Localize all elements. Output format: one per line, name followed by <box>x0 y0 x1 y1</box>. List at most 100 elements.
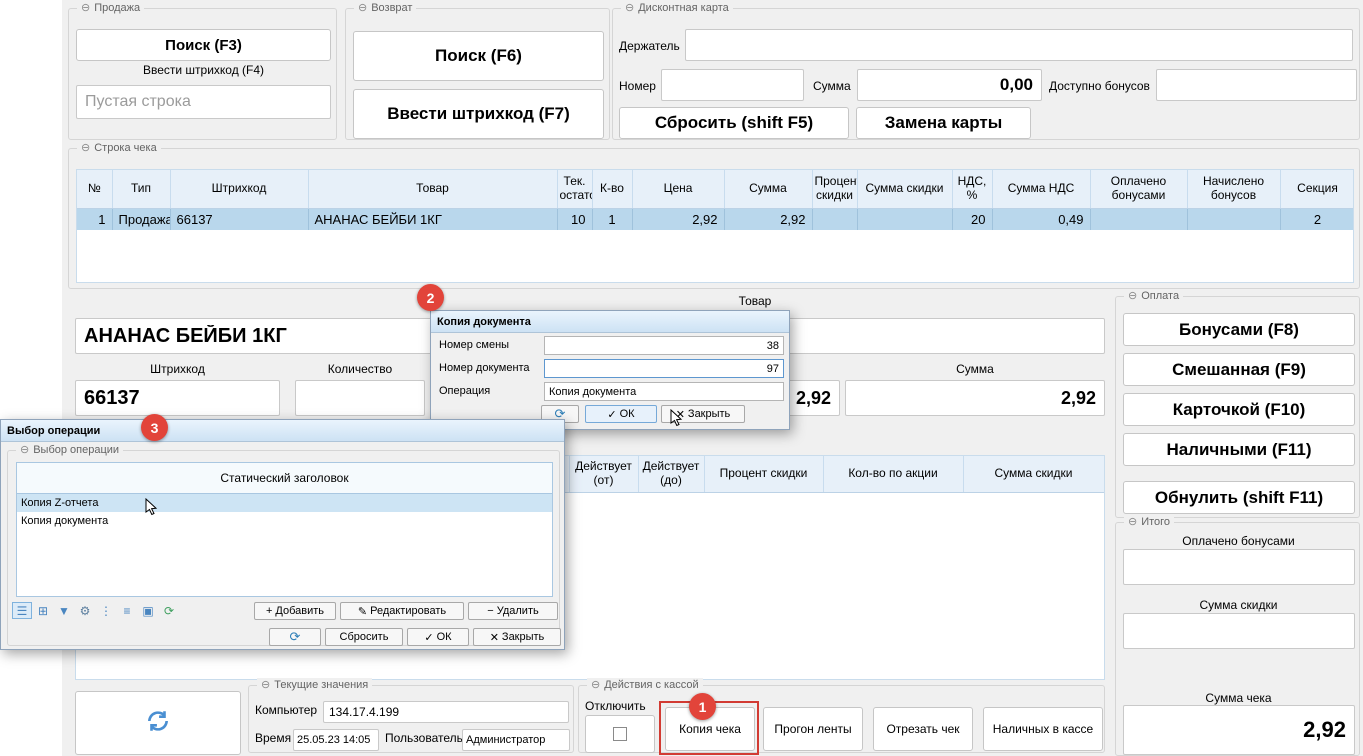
totals-legend: ⊖Итого <box>1124 515 1174 528</box>
sale-barcode-label: Ввести штрихкод (F4) <box>69 63 338 77</box>
col-stock: Тек. остаток <box>557 170 592 208</box>
col-section: Секция <box>1280 170 1354 208</box>
collapse-icon[interactable]: ⊖ <box>261 678 270 691</box>
edit-icon: ✎ <box>358 605 367 618</box>
delete-button[interactable]: −Удалить <box>468 602 558 620</box>
edit-button-label: Редактировать <box>370 605 446 617</box>
payment-title: Оплата <box>1141 290 1179 302</box>
cell-paid-bonus[interactable] <box>1090 208 1187 230</box>
totals-panel: ⊖Итого Оплачено бонусами Сумма скидки Су… <box>1115 522 1360 756</box>
product-section-label: Товар <box>700 294 810 308</box>
shift-number-field[interactable] <box>544 336 784 355</box>
computer-field[interactable] <box>323 701 569 723</box>
numbered-list-icon[interactable]: ⋮ <box>96 602 116 619</box>
receipt-table-wrap: № Тип Штрихкод Товар Тек. остаток К-во Ц… <box>76 169 1354 283</box>
gear-icon[interactable]: ⚙ <box>75 602 95 619</box>
operation-refresh-button[interactable]: ⟳ <box>269 628 321 646</box>
disable-fr-checkbox[interactable] <box>613 727 627 741</box>
promo-col-valid-from: Действует (от) <box>569 456 638 492</box>
operation-ok-button[interactable]: ✓ОК <box>407 628 469 646</box>
promo-col-valid-to: Действует (до) <box>638 456 704 492</box>
feed-tape-button[interactable]: Прогон ленты <box>763 707 863 751</box>
collapse-icon[interactable]: ⊖ <box>358 1 367 14</box>
card-reset-button[interactable]: Сбросить (shift F5) <box>619 107 849 139</box>
grid-view-icon[interactable]: ⊞ <box>33 602 53 619</box>
product-barcode-field[interactable] <box>75 380 280 416</box>
loop-refresh-icon[interactable]: ⟳ <box>159 602 179 619</box>
pay-reset-button[interactable]: Обнулить (shift F11) <box>1123 481 1355 514</box>
pay-cash-button[interactable]: Наличными (F11) <box>1123 433 1355 466</box>
cell-type[interactable]: Продажа <box>112 208 170 230</box>
filter-icon[interactable]: ▼ <box>54 602 74 619</box>
add-button[interactable]: +Добавить <box>254 602 336 620</box>
cell-vat-pct[interactable]: 20 <box>952 208 992 230</box>
operation-field[interactable] <box>544 382 784 401</box>
copy-dialog-titlebar[interactable]: Копия документа <box>431 311 789 333</box>
operation-dialog-titlebar[interactable]: Выбор операции <box>1 420 564 442</box>
card-number-input[interactable] <box>661 69 804 101</box>
cell-stock[interactable]: 10 <box>557 208 592 230</box>
cell-barcode[interactable]: 66137 <box>170 208 308 230</box>
collapse-icon[interactable]: ⊖ <box>81 1 90 14</box>
copy-dialog-ok-button[interactable]: ✓ОК <box>585 405 657 423</box>
cell-qty[interactable]: 1 <box>592 208 632 230</box>
cell-discount-pct[interactable] <box>812 208 857 230</box>
collapse-icon[interactable]: ⊖ <box>1128 289 1137 302</box>
product-barcode-label: Штрихкод <box>75 362 280 376</box>
sort-icon[interactable]: ≡ <box>117 602 137 619</box>
card-sum-input[interactable] <box>857 69 1042 101</box>
export-icon[interactable]: ▣ <box>138 602 158 619</box>
col-number: № <box>77 170 112 208</box>
pay-bonus-button[interactable]: Бонусами (F8) <box>1123 313 1355 346</box>
promo-col-discount-pct: Процент скидки <box>704 456 823 492</box>
cell-sum[interactable]: 2,92 <box>724 208 812 230</box>
refresh-button[interactable] <box>75 691 241 755</box>
refund-panel: ⊖Возврат Поиск (F6) Ввести штрихкод (F7) <box>345 8 610 140</box>
available-bonus-input[interactable] <box>1156 69 1357 101</box>
product-quantity-field[interactable] <box>295 380 425 416</box>
sale-barcode-input[interactable] <box>76 85 331 119</box>
operation-list-header[interactable]: Статический заголовок <box>17 463 552 494</box>
cell-section[interactable]: 2 <box>1280 208 1354 230</box>
collapse-icon[interactable]: ⊖ <box>20 443 29 456</box>
receipt-line-title: Строка чека <box>94 142 156 154</box>
col-discount-pct: Процент скидки <box>812 170 857 208</box>
collapse-icon[interactable]: ⊖ <box>81 141 90 154</box>
cell-accrued-bonus[interactable] <box>1187 208 1280 230</box>
receipt-row[interactable]: 1 Продажа 66137 АНАНАС БЕЙБИ 1КГ 10 1 2,… <box>77 208 1354 230</box>
discount-sum-field[interactable] <box>1123 613 1355 649</box>
card-replace-button[interactable]: Замена карты <box>856 107 1031 139</box>
col-type: Тип <box>112 170 170 208</box>
pay-card-button[interactable]: Карточкой (F10) <box>1123 393 1355 426</box>
product-sum-field[interactable] <box>845 380 1105 416</box>
cell-price[interactable]: 2,92 <box>632 208 724 230</box>
sale-search-button[interactable]: Поиск (F3) <box>76 29 331 61</box>
pay-mixed-button[interactable]: Смешанная (F9) <box>1123 353 1355 386</box>
refund-barcode-button[interactable]: Ввести штрихкод (F7) <box>353 89 604 139</box>
cell-vat-sum[interactable]: 0,49 <box>992 208 1090 230</box>
collapse-icon[interactable]: ⊖ <box>1128 515 1137 528</box>
cell-product[interactable]: АНАНАС БЕЙБИ 1КГ <box>308 208 557 230</box>
col-price: Цена <box>632 170 724 208</box>
collapse-icon[interactable]: ⊖ <box>625 1 634 14</box>
product-quantity-label: Количество <box>295 362 425 376</box>
list-view-icon[interactable]: ☰ <box>12 602 32 619</box>
collapse-icon[interactable]: ⊖ <box>591 678 600 691</box>
user-field[interactable] <box>462 729 570 751</box>
paid-bonus-field[interactable] <box>1123 549 1355 585</box>
cut-receipt-button[interactable]: Отрезать чек <box>873 707 973 751</box>
cell-discount-sum[interactable] <box>857 208 952 230</box>
operation-reset-button[interactable]: Сбросить <box>325 628 403 646</box>
edit-button[interactable]: ✎Редактировать <box>340 602 464 620</box>
time-field[interactable] <box>293 729 379 751</box>
cash-in-drawer-button[interactable]: Наличных в кассе <box>983 707 1103 751</box>
refund-panel-title: Возврат <box>371 2 412 14</box>
cell-number[interactable]: 1 <box>77 208 112 230</box>
operation-item-copy-document[interactable]: Копия документа <box>17 512 552 530</box>
refund-search-button[interactable]: Поиск (F6) <box>353 31 604 81</box>
annotation-step-2: 2 <box>417 284 444 311</box>
operation-item-copy-z-report[interactable]: Копия Z-отчета <box>17 494 552 512</box>
holder-input[interactable] <box>685 29 1353 61</box>
doc-number-field[interactable] <box>544 359 784 378</box>
operation-close-button[interactable]: ✕Закрыть <box>473 628 561 646</box>
